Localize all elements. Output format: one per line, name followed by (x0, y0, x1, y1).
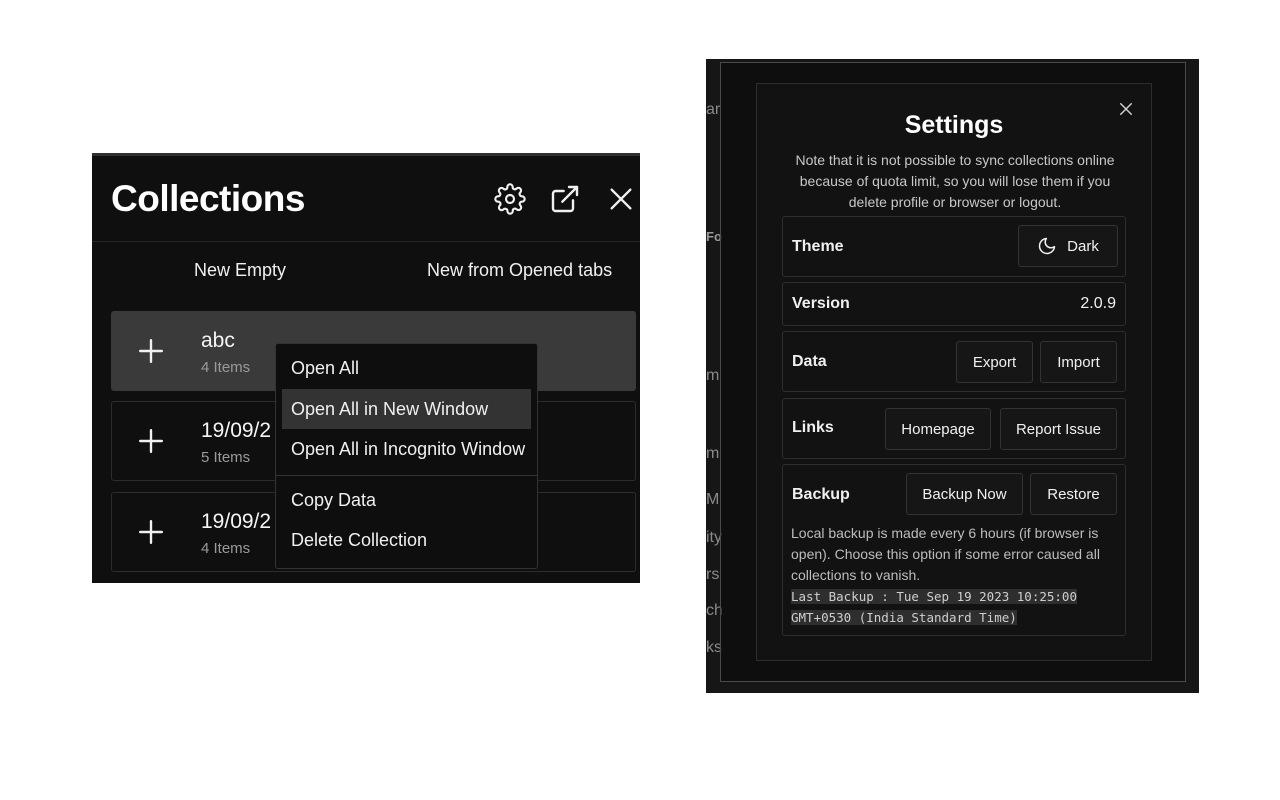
collection-name: abc (201, 329, 235, 352)
external-link-icon[interactable] (549, 183, 581, 215)
collection-name: 19/09/2 (201, 419, 272, 442)
background-text: rs (706, 566, 720, 583)
last-backup-text: Last Backup : Tue Sep 19 2023 10:25:00 G… (791, 586, 1121, 628)
new-from-opened-tabs-button[interactable]: New from Opened tabs (427, 260, 612, 281)
collections-title: Collections (111, 178, 305, 219)
data-row: Data Export Import (782, 331, 1126, 392)
collections-panel: Collections New Empty New from Opened ta… (92, 153, 640, 583)
version-label: Version (792, 295, 850, 312)
homepage-button[interactable]: Homepage (885, 408, 991, 450)
gear-icon[interactable] (494, 183, 526, 215)
background-text: m (706, 445, 720, 462)
menu-divider (276, 475, 537, 476)
theme-label: Theme (792, 238, 844, 255)
moon-icon (1038, 237, 1056, 255)
background-text: ar (706, 101, 721, 118)
settings-dialog: Settings Note that it is not possible to… (756, 83, 1152, 661)
menu-item-delete-collection[interactable]: Delete Collection (282, 520, 531, 560)
backup-description: Local backup is made every 6 hours (if b… (791, 525, 1100, 583)
import-button[interactable]: Import (1040, 341, 1117, 383)
backup-now-button[interactable]: Backup Now (906, 473, 1023, 515)
menu-item-open-all-incognito[interactable]: Open All in Incognito Window (282, 429, 531, 469)
version-row: Version 2.0.9 (782, 282, 1126, 326)
collection-count: 5 Items (201, 449, 251, 466)
plus-icon[interactable] (138, 519, 164, 545)
plus-icon[interactable] (138, 338, 164, 364)
data-label: Data (792, 353, 827, 370)
menu-item-open-all-new-window[interactable]: Open All in New Window (282, 389, 531, 429)
backup-label: Backup (792, 486, 850, 503)
menu-item-open-all[interactable]: Open All (282, 348, 531, 388)
menu-item-copy-data[interactable]: Copy Data (282, 480, 531, 520)
theme-button-label: Dark (1067, 237, 1099, 255)
restore-button[interactable]: Restore (1030, 473, 1117, 515)
report-issue-button[interactable]: Report Issue (1000, 408, 1117, 450)
new-empty-button[interactable]: New Empty (194, 260, 286, 281)
export-button[interactable]: Export (956, 341, 1033, 383)
context-menu: Open All Open All in New Window Open All… (275, 343, 538, 569)
settings-title: Settings (904, 111, 1004, 139)
collections-header: Collections (92, 156, 640, 242)
backup-row: Backup Backup Now Restore Local backup i… (782, 464, 1126, 636)
settings-note: Note that it is not possible to sync col… (795, 152, 1115, 210)
version-value: 2.0.9 (1080, 295, 1116, 312)
last-backup-value: Last Backup : Tue Sep 19 2023 10:25:00 G… (791, 589, 1077, 625)
plus-icon[interactable] (138, 428, 164, 454)
collection-count: 4 Items (201, 359, 251, 376)
background-text: M (706, 491, 720, 508)
collection-count: 4 Items (201, 540, 251, 557)
close-icon[interactable] (605, 183, 637, 215)
theme-toggle-button[interactable]: Dark (1018, 225, 1118, 267)
theme-row: Theme Dark (782, 216, 1126, 277)
links-label: Links (792, 419, 834, 436)
background-text: m (706, 367, 720, 384)
links-row: Links Homepage Report Issue (782, 398, 1126, 459)
collection-name: 19/09/2 (201, 510, 272, 533)
